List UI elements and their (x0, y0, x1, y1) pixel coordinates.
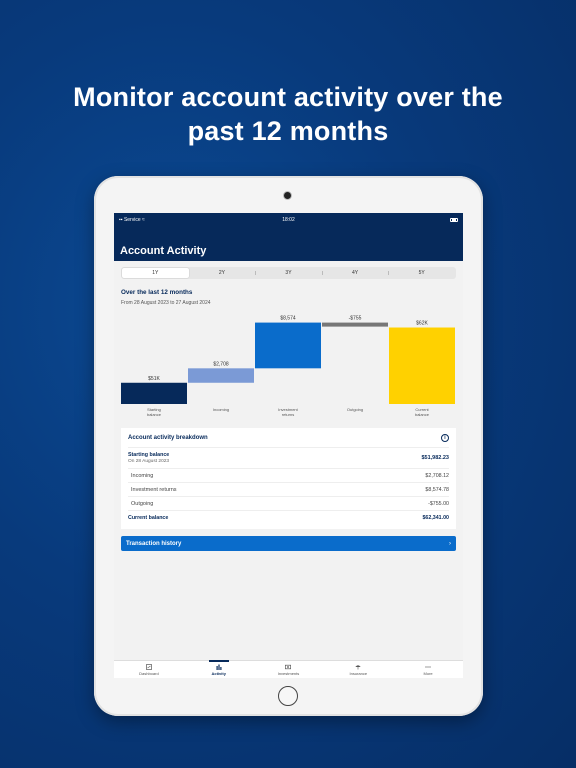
period-tab-1y[interactable]: 1Y (122, 268, 189, 278)
status-time: 18:02 (282, 217, 295, 223)
breakdown-row: Incoming $2,708.12 (128, 469, 449, 483)
investment-returns-label: Investment returns (131, 486, 177, 493)
data-label: -$755 (349, 316, 362, 322)
current-balance-label: Current balance (128, 515, 169, 521)
tab-activity[interactable]: Activity (184, 660, 254, 678)
info-icon[interactable]: i (441, 433, 449, 442)
outgoing-value: -$755.00 (428, 500, 449, 507)
breakdown-row: Investment returns $8,574.78 (128, 483, 449, 497)
tab-insurance[interactable]: Insurance (323, 661, 393, 678)
tab-investments-label: Investments (277, 671, 300, 676)
tab-investments[interactable]: Investments (254, 661, 324, 678)
starting-balance-date: On 28 August 2023 (128, 459, 170, 464)
data-label: $51K (148, 376, 160, 382)
page-title: Account Activity (120, 245, 207, 257)
data-label: $2,708 (213, 361, 229, 367)
chart-card: Over the last 12 months From 28 August 2… (121, 285, 456, 420)
status-bar: ▪▪ Service ≈ 18:02 (114, 213, 463, 227)
chart-subtitle: From 28 August 2023 to 27 August 2024 (121, 300, 211, 306)
bar-starting-balance (121, 382, 187, 404)
headline-line-2: past 12 months (187, 116, 389, 146)
activity-icon (216, 664, 222, 670)
investments-icon (285, 664, 292, 670)
ipad-frame: ▪▪ Service ≈ 18:02 Account Activity 1Y 2Y… (94, 176, 483, 716)
headline-line-1: Monitor account activity over the (73, 82, 503, 112)
dashboard-icon (146, 664, 152, 670)
incoming-value: $2,708.12 (425, 472, 449, 479)
current-balance-value: $62,341.00 (422, 515, 449, 521)
breakdown-row: Outgoing -$755.00 (128, 497, 449, 511)
category-label: Incoming (213, 407, 229, 412)
top-bar: ▪▪ Service ≈ 18:02 Account Activity (114, 213, 463, 261)
tab-more-label: More (423, 671, 433, 676)
starting-balance-value: $51,982.23 (421, 455, 449, 461)
bar-investment-returns (255, 322, 321, 369)
tab-bar: Dashboard Activity Investments Insurance… (114, 660, 463, 678)
investment-returns-value: $8,574.78 (425, 486, 449, 493)
home-button[interactable] (278, 686, 298, 706)
period-selector: 1Y 2Y 3Y 4Y 5Y (121, 267, 456, 279)
tab-activity-label: Activity (211, 671, 226, 676)
category-label: balance (415, 412, 430, 417)
breakdown-header: Account activity breakdown i (128, 428, 449, 448)
more-icon (425, 666, 431, 668)
bar-outgoing (322, 322, 388, 327)
outgoing-label: Outgoing (131, 500, 154, 507)
app-screen: ▪▪ Service ≈ 18:02 Account Activity 1Y 2Y… (114, 213, 463, 678)
camera-icon (284, 192, 291, 199)
period-tab-3y[interactable]: 3Y (255, 268, 322, 278)
incoming-label: Incoming (131, 472, 154, 479)
breakdown-card: Account activity breakdown i Starting ba… (121, 428, 456, 529)
category-label: returns (282, 412, 294, 417)
chevron-right-icon: › (449, 540, 451, 547)
waterfall-chart: $51KStartingbalance$2,708Incoming$8,574I… (121, 316, 455, 417)
current-balance-row: Current balance $62,341.00 (128, 511, 449, 525)
insurance-icon (355, 665, 361, 670)
period-tab-4y[interactable]: 4Y (321, 268, 389, 278)
category-label: balance (147, 412, 162, 417)
transaction-history-button[interactable]: Transaction history › (121, 536, 456, 551)
period-tab-2y[interactable]: 2Y (189, 268, 256, 278)
tab-dashboard-label: Dashboard (139, 671, 159, 676)
chart-title: Over the last 12 months (121, 289, 193, 296)
data-label: $8,574 (280, 316, 296, 322)
tab-insurance-label: Insurance (349, 671, 368, 676)
tab-more[interactable]: More (393, 661, 463, 678)
bar-incoming (188, 368, 254, 383)
transaction-history-label: Transaction history (126, 540, 182, 547)
bar-current-balance (389, 327, 455, 404)
tab-dashboard[interactable]: Dashboard (114, 661, 184, 678)
battery-icon (450, 218, 458, 222)
headline: Monitor account activity over the past 1… (0, 80, 576, 148)
starting-balance-label: Starting balance (128, 452, 170, 458)
starting-balance-row: Starting balance On 28 August 2023 $51,9… (128, 448, 449, 469)
breakdown-title: Account activity breakdown (128, 434, 208, 441)
period-tab-5y[interactable]: 5Y (388, 268, 455, 278)
data-label: $62K (416, 321, 428, 327)
category-label: Outgoing (347, 407, 363, 412)
